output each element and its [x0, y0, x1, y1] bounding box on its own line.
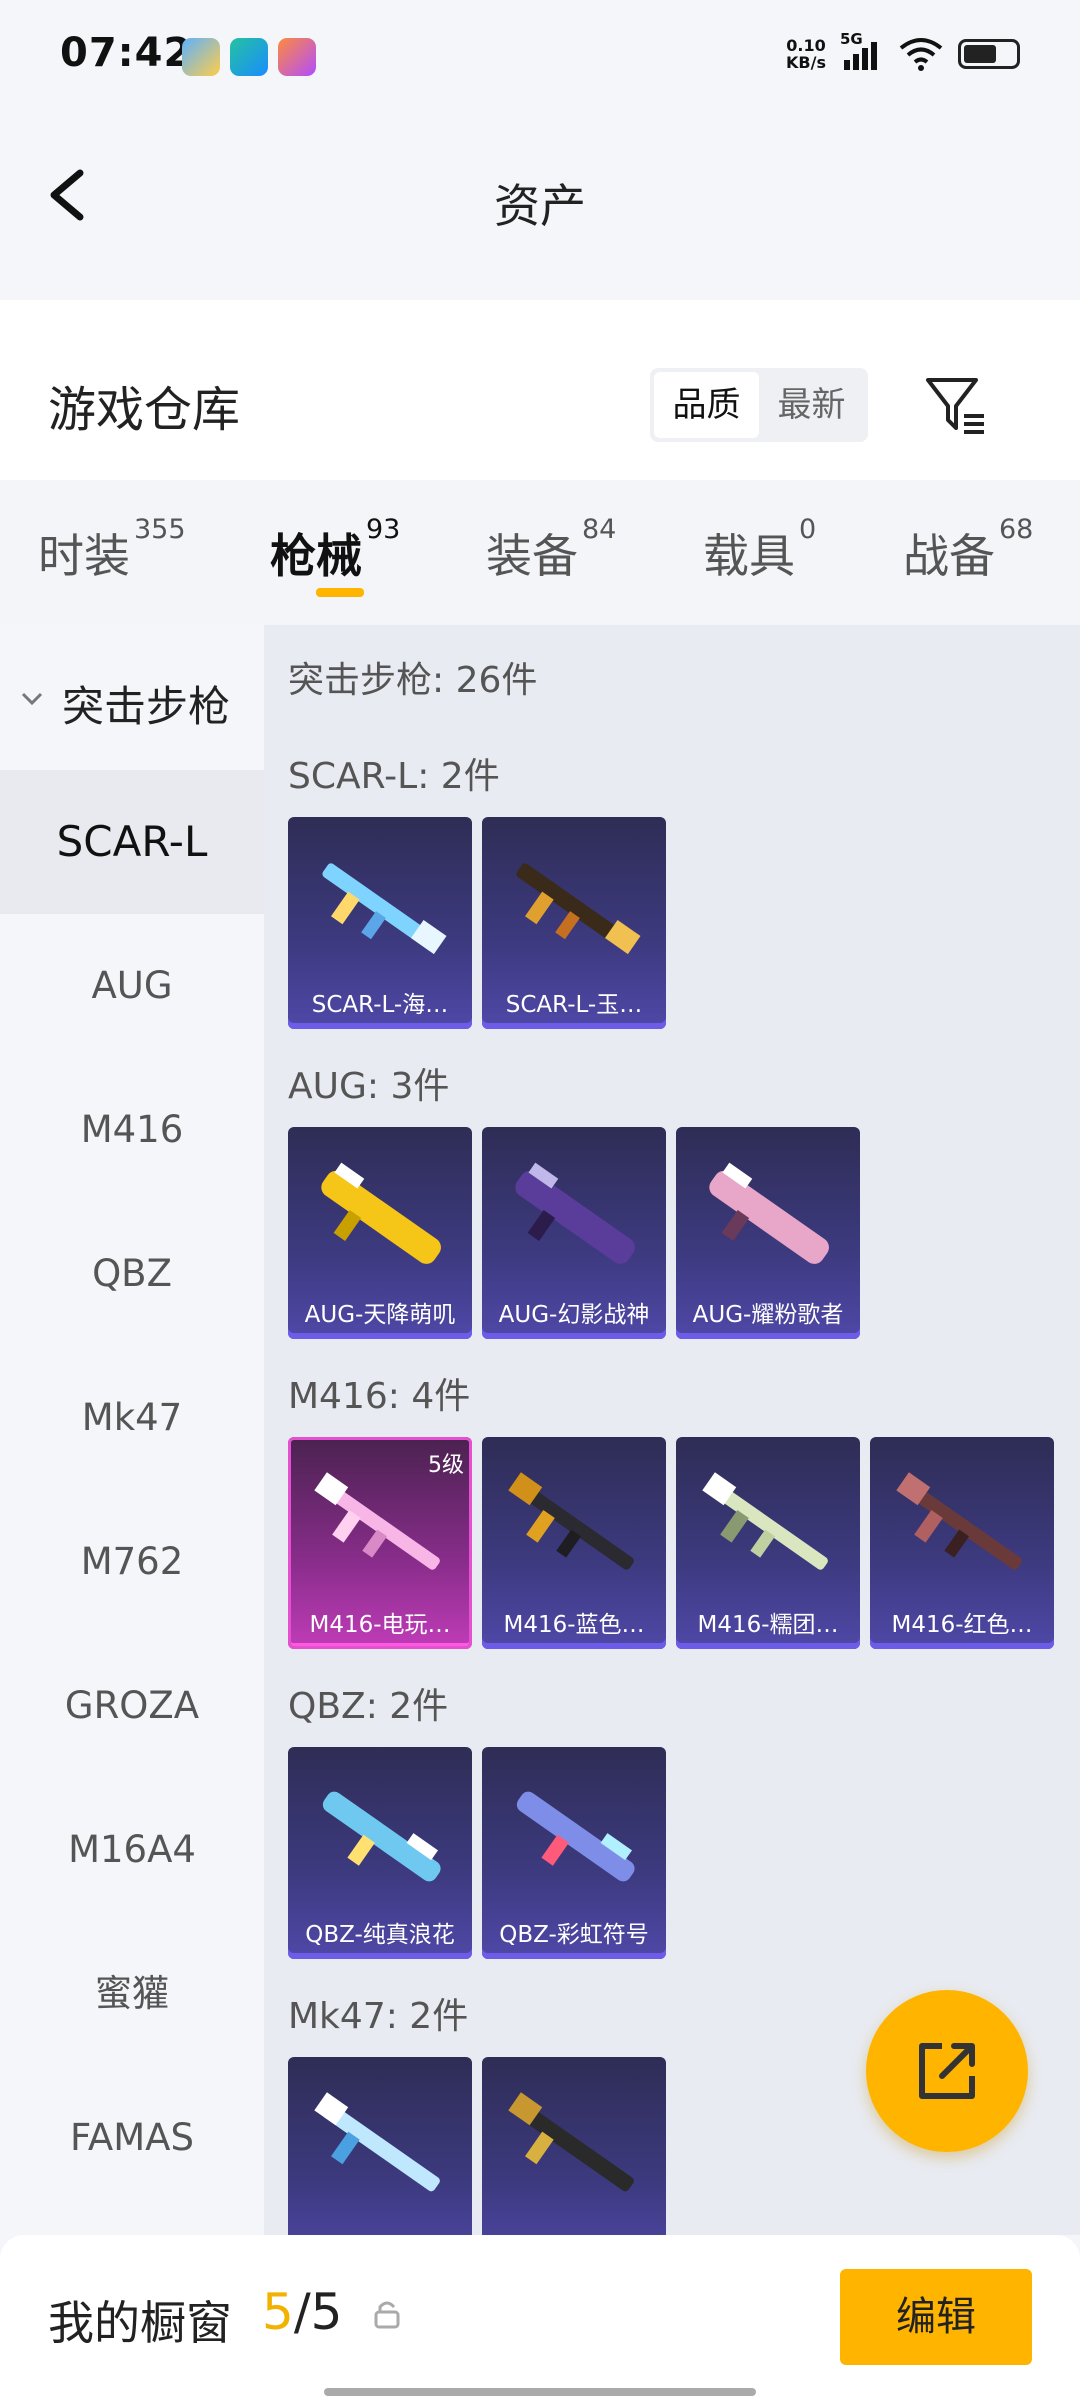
home-indicator	[324, 2388, 756, 2396]
tab-supplies[interactable]: 战备 68	[903, 514, 1033, 586]
group-title: AUG: 3件	[288, 1066, 450, 1107]
rifle-icon	[896, 1472, 1022, 1570]
weapon-sidebar: 突击步枪 SCAR-L AUG M416 QBZ Mk47 M762 GROZA…	[0, 625, 264, 2235]
battery-icon	[958, 39, 1020, 69]
rifle-icon	[314, 1472, 440, 1570]
weapon-card[interactable]: SCAR-L-玉…	[482, 817, 666, 1029]
app-notification-icon	[182, 38, 220, 76]
showcase-bar: 我的橱窗 5/5 编辑	[0, 2235, 1080, 2400]
weapon-card[interactable]: M416-糯团…	[676, 1437, 860, 1649]
rifle-icon	[322, 1791, 441, 1882]
sort-newest-button[interactable]: 最新	[759, 372, 864, 438]
warehouse-title: 游戏仓库	[48, 382, 241, 438]
rifle-icon	[508, 2092, 634, 2192]
rifle-icon	[516, 1791, 635, 1882]
weapon-card[interactable]	[482, 2057, 666, 2235]
rifle-icon	[322, 863, 447, 955]
rifle-icon	[709, 1162, 829, 1264]
tab-firearms[interactable]: 枪械 93	[270, 514, 400, 586]
sidebar-item-mk47[interactable]: Mk47	[0, 1346, 264, 1490]
lock-icon	[374, 2301, 400, 2329]
sidebar-item-m416[interactable]: M416	[0, 1058, 264, 1202]
weapon-card[interactable]: QBZ-彩虹符号	[482, 1747, 666, 1959]
weapon-card[interactable]: QBZ-纯真浪花	[288, 1747, 472, 1959]
rifle-icon	[321, 1162, 441, 1264]
weapon-card[interactable]: SCAR-L-海…	[288, 817, 472, 1029]
edit-button[interactable]: 编辑	[840, 2269, 1032, 2365]
rifle-icon	[508, 1472, 634, 1570]
weapon-card[interactable]: AUG-天降萌叽	[288, 1127, 472, 1339]
tab-equipment[interactable]: 装备 84	[486, 514, 616, 586]
top-nav: 资产	[0, 130, 1080, 260]
tab-vehicles[interactable]: 载具 0	[703, 514, 816, 586]
sidebar-category[interactable]: 突击步枪	[0, 625, 264, 770]
weapon-card[interactable]: M416-红色…	[870, 1437, 1054, 1649]
warehouse-header: 游戏仓库 品质 最新	[0, 300, 1080, 480]
page-title: 资产	[494, 179, 586, 233]
showcase-label: 我的橱窗	[48, 2296, 232, 2350]
signal-icon: 5G	[840, 30, 884, 72]
sidebar-item-scar-l[interactable]: SCAR-L	[0, 770, 264, 914]
category-summary: 突击步枪: 26件	[288, 660, 538, 701]
group-title: SCAR-L: 2件	[288, 756, 500, 797]
sort-toggle: 品质 最新	[650, 368, 868, 442]
net-speed: 0.10 KB/s	[786, 36, 826, 72]
group-title: M416: 4件	[288, 1376, 471, 1417]
weapon-card[interactable]: AUG-耀粉歌者	[676, 1127, 860, 1339]
group-title: Mk47: 2件	[288, 1996, 469, 2037]
notification-icons	[182, 38, 316, 76]
wifi-icon	[899, 38, 943, 71]
showcase-count: 5/5	[262, 2283, 343, 2341]
weapon-card[interactable]	[288, 2057, 472, 2235]
sort-quality-button[interactable]: 品质	[654, 372, 759, 438]
rifle-icon	[314, 2092, 440, 2192]
sidebar-item-groza[interactable]: GROZA	[0, 1634, 264, 1778]
filter-icon[interactable]	[920, 370, 990, 440]
weapon-card[interactable]: M416-蓝色…	[482, 1437, 666, 1649]
sidebar-item-aug[interactable]: AUG	[0, 914, 264, 1058]
group-title: QBZ: 2件	[288, 1686, 449, 1727]
rifle-icon	[515, 1162, 635, 1264]
category-tabs: 时装 355 枪械 93 装备 84 载具 0 战备 68	[0, 480, 1080, 625]
weapon-card[interactable]: 5级 M416-电玩…	[288, 1437, 472, 1649]
status-bar: 07:42 0.10 KB/s 5G	[0, 0, 1080, 120]
sidebar-item-qbz[interactable]: QBZ	[0, 1202, 264, 1346]
sidebar-item-m762[interactable]: M762	[0, 1490, 264, 1634]
weapon-card[interactable]: AUG-幻影战神	[482, 1127, 666, 1339]
rifle-icon	[702, 1472, 828, 1570]
app-notification-icon	[278, 38, 316, 76]
sidebar-item-m16a4[interactable]: M16A4	[0, 1778, 264, 1922]
app-notification-icon	[230, 38, 268, 76]
share-button[interactable]	[866, 1990, 1028, 2152]
share-icon	[919, 2043, 975, 2099]
sidebar-item-honey-badger[interactable]: 蜜獾	[0, 1922, 264, 2066]
tab-fashion[interactable]: 时装 355	[38, 514, 186, 586]
sidebar-item-famas[interactable]: FAMAS	[0, 2066, 264, 2210]
clock: 07:42	[60, 30, 193, 76]
rifle-icon	[516, 863, 641, 955]
chevron-down-icon	[21, 692, 43, 706]
active-tab-indicator	[316, 588, 364, 597]
